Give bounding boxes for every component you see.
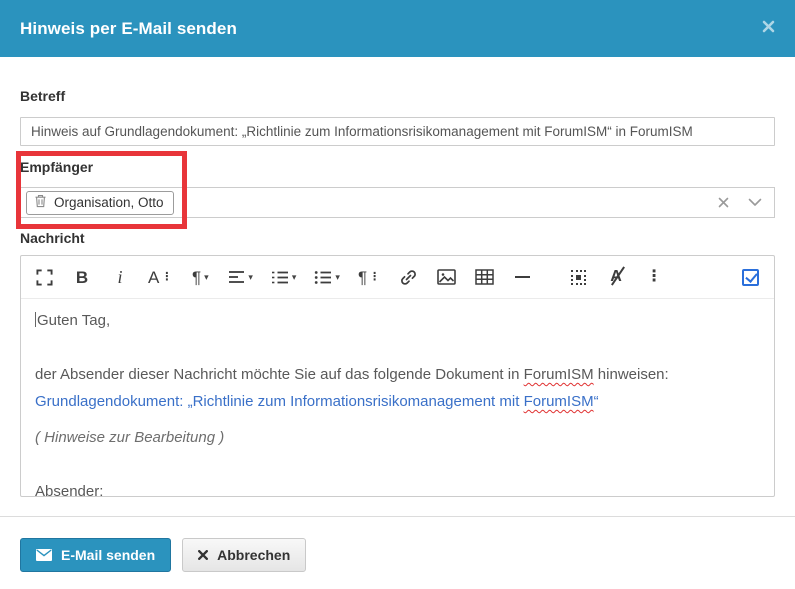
link-icon[interactable] xyxy=(398,263,418,291)
subject-label: Betreff xyxy=(20,88,775,105)
message-label: Nachricht xyxy=(20,230,775,247)
dialog-header: Hinweis per E-Mail senden xyxy=(0,0,795,57)
trash-icon[interactable] xyxy=(34,194,47,211)
envelope-icon xyxy=(36,549,52,561)
text-cursor xyxy=(35,312,36,327)
dialog-body: Betreff Empfänger Organisation, Otto xyxy=(0,88,795,497)
more-paragraph-icon[interactable]: ¶⋮ xyxy=(358,263,380,291)
recipient-label: Empfänger xyxy=(20,159,775,176)
recipient-select[interactable]: Organisation, Otto xyxy=(20,187,775,218)
select-controls xyxy=(718,197,762,208)
subject-input[interactable] xyxy=(20,117,775,146)
message-line-intro: der Absender dieser Nachricht möchte Sie… xyxy=(35,361,760,388)
ordered-list-icon[interactable]: ▾ xyxy=(271,263,297,291)
image-icon[interactable] xyxy=(436,263,456,291)
recipient-tag-label: Organisation, Otto xyxy=(54,195,164,210)
cancel-x-icon xyxy=(198,550,208,560)
rich-text-editor: B i A⋮ ¶▾ ▾ xyxy=(20,255,775,497)
dialog-footer: E-Mail senden Abbrechen xyxy=(0,517,795,572)
more-text-icon[interactable]: A⋮ xyxy=(148,263,172,291)
close-icon xyxy=(762,20,775,38)
document-link[interactable]: Grundlagendokument: „Richtlinie zum Info… xyxy=(35,388,760,415)
bold-icon[interactable]: B xyxy=(72,263,92,291)
message-line-note: ( Hinweise zur Bearbeitung ) xyxy=(35,424,760,451)
spellcheck-word: ForumISM xyxy=(524,393,594,410)
close-button[interactable] xyxy=(762,20,775,38)
message-body[interactable]: Guten Tag, der Absender dieser Nachricht… xyxy=(21,299,774,496)
spellcheck-word: ForumISM xyxy=(524,366,594,383)
message-line-greeting: Guten Tag, xyxy=(35,307,760,334)
align-icon[interactable]: ▾ xyxy=(228,263,253,291)
paragraph-format-icon[interactable]: ¶▾ xyxy=(190,263,210,291)
checked-checkbox[interactable] xyxy=(742,269,759,286)
clear-formatting-icon[interactable]: A xyxy=(606,263,626,291)
italic-icon[interactable]: i xyxy=(110,263,130,291)
table-icon[interactable] xyxy=(474,263,494,291)
cancel-label: Abbrechen xyxy=(217,547,290,563)
horizontal-rule-icon[interactable] xyxy=(512,263,532,291)
recipient-tag[interactable]: Organisation, Otto xyxy=(26,191,174,215)
send-email-button[interactable]: E-Mail senden xyxy=(20,538,171,572)
cancel-button[interactable]: Abbrechen xyxy=(182,538,306,572)
editor-toolbar: B i A⋮ ¶▾ ▾ xyxy=(21,256,774,299)
dialog-title: Hinweis per E-Mail senden xyxy=(20,19,237,39)
more-misc-icon[interactable]: ⋮ xyxy=(644,263,664,291)
clear-selection-icon[interactable] xyxy=(718,197,729,208)
chevron-down-icon[interactable] xyxy=(748,198,762,207)
send-email-label: E-Mail senden xyxy=(61,547,155,563)
message-line-sender: Absender: xyxy=(35,478,760,496)
fullscreen-icon[interactable] xyxy=(34,263,54,291)
email-dialog: Hinweis per E-Mail senden Betreff Empfän… xyxy=(0,0,795,589)
select-all-icon[interactable] xyxy=(568,263,588,291)
unordered-list-icon[interactable]: ▾ xyxy=(314,263,340,291)
